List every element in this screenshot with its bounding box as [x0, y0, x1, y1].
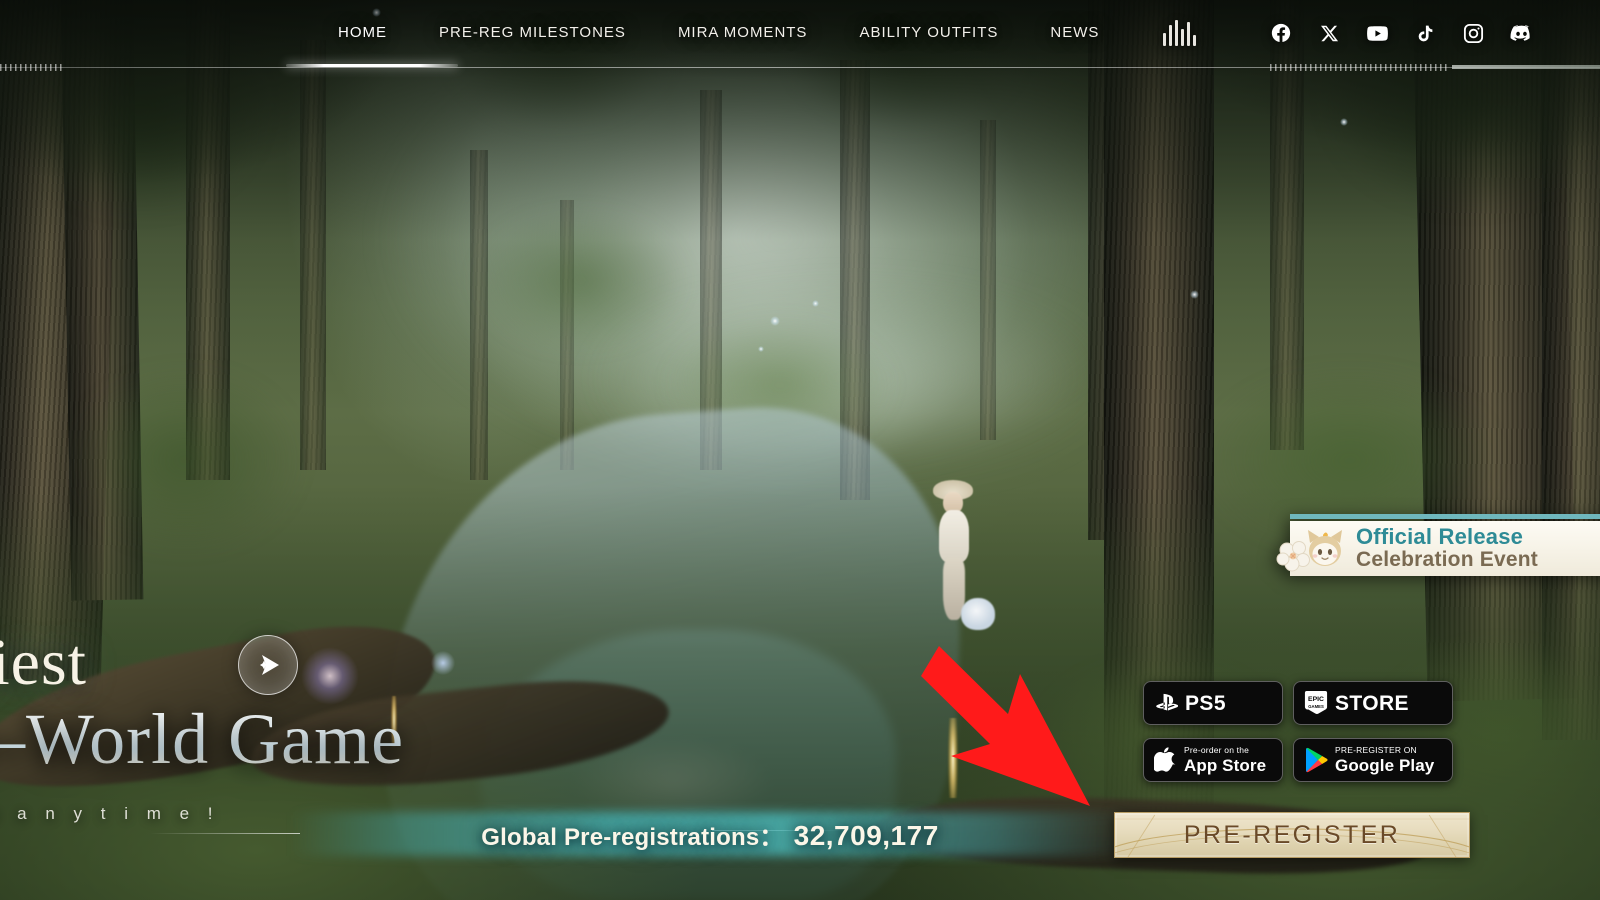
counter-rule-left	[150, 833, 300, 834]
svg-text:EPIC: EPIC	[1308, 696, 1324, 703]
play-arrow-icon[interactable]	[238, 635, 298, 695]
nav-right-cluster	[1163, 18, 1536, 48]
nav-item-pre-reg-milestones[interactable]: PRE-REG MILESTONES	[439, 20, 626, 47]
google-play-sublabel: PRE-REGISTER ON	[1335, 745, 1417, 756]
facebook-icon[interactable]	[1266, 18, 1296, 48]
play-arrow-glyph	[260, 655, 279, 675]
playstation-icon	[1154, 692, 1178, 714]
google-play-icon	[1304, 747, 1328, 773]
app-store-sublabel: Pre-order on the	[1184, 745, 1250, 756]
event-banner-line2: Celebration Event	[1356, 548, 1538, 572]
page-root: HOME PRE-REG MILESTONES MIRA MOMENTS ABI…	[0, 0, 1600, 900]
event-banner-scallop-edge	[1290, 514, 1600, 523]
character-pet	[961, 598, 995, 630]
hero-headline-line1: Coziest	[0, 626, 87, 699]
nav-item-ability-outfits[interactable]: ABILITY OUTFITS	[859, 20, 998, 47]
counter-label: Global Pre-registrations：	[481, 823, 784, 851]
epic-store-label: STORE	[1335, 691, 1409, 715]
google-play-label-wrap: PRE-REGISTER ON Google Play	[1335, 746, 1434, 774]
gold-sparkle	[940, 718, 966, 798]
nav-divider-dots-left	[0, 64, 64, 71]
pre-register-label: PRE-REGISTER	[1183, 820, 1401, 849]
counter-value: 32,709,177	[793, 819, 939, 851]
hero-text-block: Coziest pen–World Game n t i m e a n y t…	[0, 626, 842, 831]
nav-item-list: HOME PRE-REG MILESTONES MIRA MOMENTS ABI…	[338, 20, 1151, 47]
sound-wave-icon[interactable]	[1163, 20, 1196, 46]
youtube-icon[interactable]	[1362, 18, 1392, 48]
event-banner-line1: Official Release	[1356, 524, 1524, 550]
epic-store-button[interactable]: EPIC GAMES STORE	[1293, 681, 1453, 725]
pre-registration-counter: Global Pre-registrations： 32,709,177	[150, 812, 1270, 856]
tiktok-icon[interactable]	[1410, 18, 1440, 48]
nav-item-news[interactable]: NEWS	[1050, 20, 1099, 47]
ps5-label-wrap: PS5	[1185, 693, 1226, 714]
app-store-label-wrap: Pre-order on the App Store	[1184, 746, 1266, 774]
game-character	[925, 480, 995, 630]
app-store-button[interactable]: Pre-order on the App Store	[1143, 738, 1283, 782]
cat-mascot-icon	[1308, 529, 1342, 566]
event-banner-texts: Official Release Celebration Event	[1356, 525, 1538, 571]
character-body	[939, 510, 969, 562]
counter-text: Global Pre-registrations： 32,709,177	[481, 817, 939, 852]
ps5-store-button[interactable]: PS5	[1143, 681, 1283, 725]
instagram-icon[interactable]	[1458, 18, 1488, 48]
apple-icon	[1154, 746, 1177, 774]
main-navigation: HOME PRE-REG MILESTONES MIRA MOMENTS ABI…	[0, 0, 1600, 68]
google-play-button[interactable]: PRE-REGISTER ON Google Play	[1293, 738, 1453, 782]
ps5-label: PS5	[1185, 691, 1226, 715]
nav-item-mira-moments[interactable]: MIRA MOMENTS	[678, 20, 808, 47]
official-release-event-banner[interactable]: Official Release Celebration Event	[1276, 514, 1600, 576]
x-twitter-icon[interactable]	[1314, 18, 1344, 48]
epic-label-wrap: STORE	[1335, 693, 1409, 714]
discord-icon[interactable]	[1506, 18, 1536, 48]
google-play-label: Google Play	[1335, 755, 1435, 775]
nav-divider-dots-right	[1270, 64, 1450, 71]
hero-headline-line2: pen–World Game	[0, 701, 742, 778]
nav-item-home[interactable]: HOME	[338, 20, 387, 47]
svg-text:GAMES: GAMES	[1308, 704, 1324, 709]
nav-active-underline	[286, 64, 458, 67]
app-store-label: App Store	[1184, 755, 1267, 775]
store-button-group: PS5 EPIC GAMES STORE Pre-order on the Ap…	[1143, 681, 1600, 782]
epic-games-icon: EPIC GAMES	[1304, 689, 1328, 717]
event-banner-body: Official Release Celebration Event	[1276, 521, 1600, 576]
nav-divider-segment-right	[1452, 65, 1600, 69]
pre-register-button[interactable]: PRE-REGISTER	[1114, 812, 1470, 858]
